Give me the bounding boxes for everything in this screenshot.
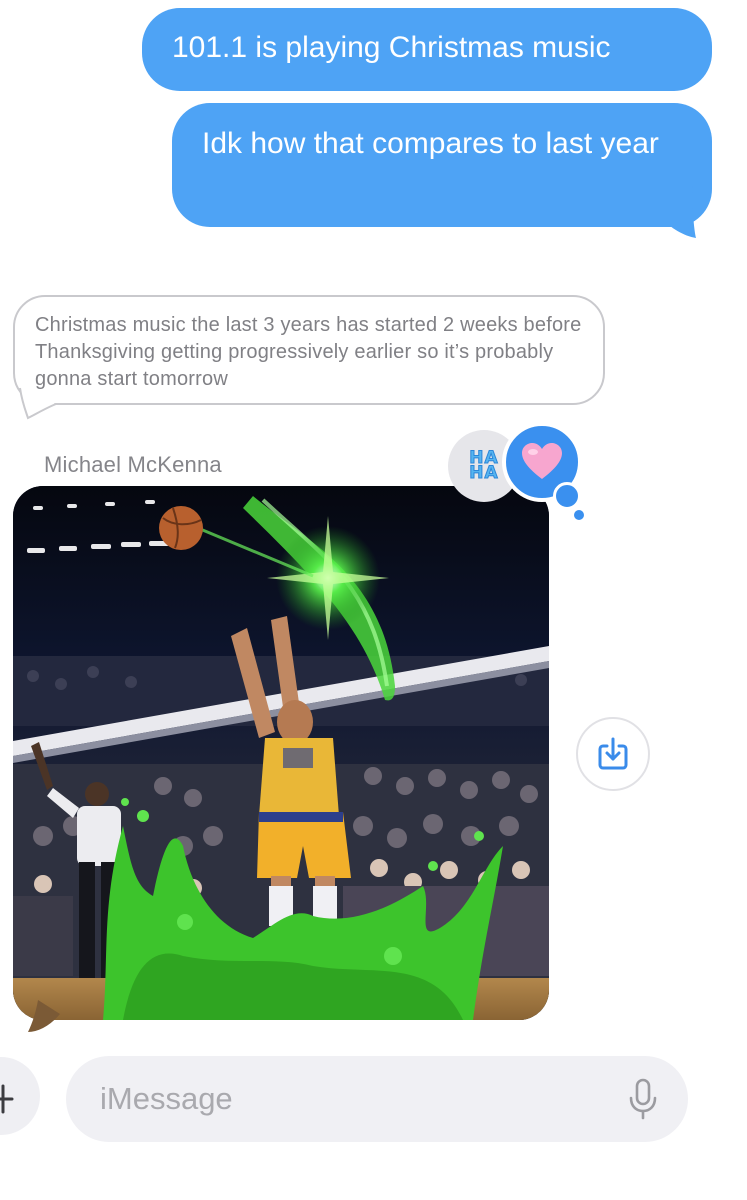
sender-name: Michael McKenna: [44, 452, 222, 477]
tapback-tail-dot: [574, 510, 584, 520]
quoted-reply-bubble[interactable]: Christmas music the last 3 years has sta…: [13, 295, 605, 405]
quoted-reply-tail: [19, 387, 57, 420]
save-button[interactable]: [576, 717, 650, 791]
message-input-placeholder: iMessage: [100, 1081, 233, 1116]
save-download-icon: [598, 737, 628, 770]
sent-message-bubble[interactable]: Idk how that compares to last year: [172, 103, 712, 227]
messages-screen: 101.1 is playing Christmas music Idk how…: [0, 0, 747, 1200]
message-input[interactable]: iMessage: [66, 1056, 688, 1142]
haha-label-line2: HA: [469, 463, 499, 483]
gif-bubble-tail: [28, 1000, 60, 1032]
microphone-icon[interactable]: [628, 1078, 658, 1120]
quoted-reply-text: Christmas music the last 3 years has sta…: [35, 314, 582, 390]
gif-attachment[interactable]: [13, 486, 549, 1020]
heart-icon: [522, 443, 562, 479]
plus-icon: [0, 1084, 14, 1114]
tapback-tail-dot: [553, 482, 581, 510]
gif-image: [13, 486, 549, 1020]
sent-bubble-tail: [662, 178, 696, 238]
sent-message-bubble[interactable]: 101.1 is playing Christmas music: [142, 8, 712, 91]
